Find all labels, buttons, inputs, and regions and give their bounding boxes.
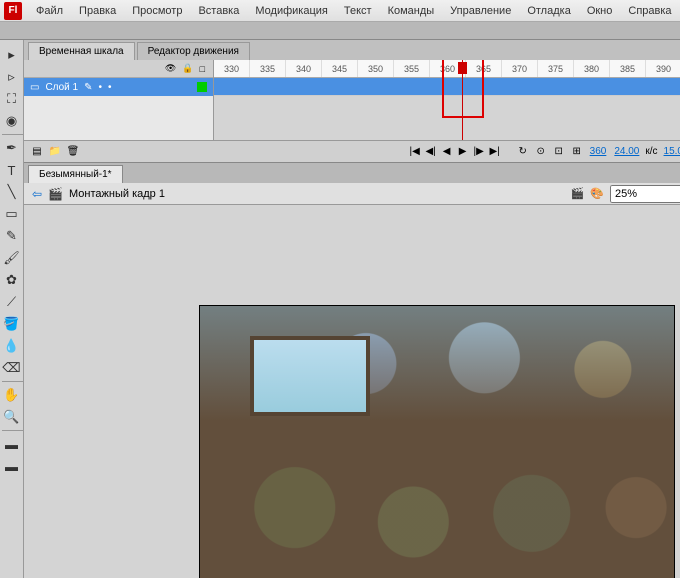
menu-modify[interactable]: Модификация [247, 5, 336, 17]
goto-first-button[interactable]: |◀ [408, 145, 422, 159]
selection-tool[interactable]: ▸ [1, 45, 23, 65]
layer-icon: ▭ [30, 82, 39, 93]
pen-tool[interactable]: ✒ [1, 138, 23, 158]
separator [2, 381, 24, 382]
playhead[interactable] [462, 60, 463, 140]
menu-text[interactable]: Текст [336, 5, 380, 17]
menu-debug[interactable]: Отладка [519, 5, 578, 17]
subselection-tool[interactable]: ▹ [1, 67, 23, 87]
eyedropper-tool[interactable]: 💧 [1, 336, 23, 356]
play-button[interactable]: ▶ [456, 145, 470, 159]
fps-value[interactable]: 24.00 [614, 146, 639, 157]
goto-last-button[interactable]: ▶| [488, 145, 502, 159]
menu-commands[interactable]: Команды [380, 5, 443, 17]
timeline-panel: Временная шкала Редактор движения 👁 🔒 □ … [24, 40, 680, 163]
ruler-tick[interactable]: 365 [466, 60, 502, 77]
menu-file[interactable]: Файл [28, 5, 71, 17]
zoom-select[interactable]: 25% [610, 185, 680, 203]
free-transform-tool[interactable]: ⛶ [1, 89, 23, 109]
ruler-tick[interactable]: 340 [286, 60, 322, 77]
brush-tool[interactable]: 🖌 [1, 248, 23, 268]
document-tabs: Безымянный-1* [24, 163, 680, 183]
ruler-tick[interactable]: 355 [394, 60, 430, 77]
ruler-tick[interactable]: 350 [358, 60, 394, 77]
ruler-tick[interactable]: 390 [646, 60, 680, 77]
onion-skin-button[interactable]: ⊙ [534, 145, 548, 159]
edit-symbols-icon[interactable]: 🎨 [590, 187, 604, 200]
back-arrow-icon[interactable]: ⇦ [32, 187, 42, 201]
scene-icon: 🎬 [48, 187, 63, 201]
pencil-tool[interactable]: ✎ [1, 226, 23, 246]
outline-icon[interactable]: □ [200, 64, 205, 74]
ruler-tick[interactable]: 380 [574, 60, 610, 77]
image-detail [250, 336, 370, 416]
onion-outline-button[interactable]: ⊡ [552, 145, 566, 159]
edit-scene-icon[interactable]: 🎬 [571, 187, 585, 200]
separator [2, 134, 24, 135]
bone-tool[interactable]: ⟋ [1, 292, 23, 312]
rectangle-tool[interactable]: ▭ [1, 204, 23, 224]
ruler-tick[interactable]: 375 [538, 60, 574, 77]
layer-color-swatch[interactable] [197, 82, 207, 92]
step-forward-button[interactable]: |▶ [472, 145, 486, 159]
ruler-tick[interactable]: 370 [502, 60, 538, 77]
menu-edit[interactable]: Правка [71, 5, 124, 17]
new-layer-button[interactable]: ▤ [30, 145, 44, 159]
ruler-tick[interactable]: 335 [250, 60, 286, 77]
play-back-button[interactable]: ◀ [440, 145, 454, 159]
deco-tool[interactable]: ✿ [1, 270, 23, 290]
tab-timeline[interactable]: Временная шкала [28, 42, 135, 60]
toolbar-strip [0, 22, 680, 40]
canvas-content[interactable] [199, 305, 675, 578]
line-tool[interactable]: ╲ [1, 182, 23, 202]
frame-ruler[interactable]: 3303353403453503553603653703753803853903… [214, 60, 680, 78]
fill-color[interactable]: ▬ [1, 456, 23, 476]
fps-unit: к/с [645, 146, 657, 157]
new-folder-button[interactable]: 📁 [48, 145, 62, 159]
menu-insert[interactable]: Вставка [190, 5, 247, 17]
document-tab[interactable]: Безымянный-1* [28, 165, 123, 183]
eye-icon[interactable]: 👁 [165, 63, 176, 74]
layer-name: Слой 1 [45, 82, 78, 93]
step-back-button[interactable]: ◀| [424, 145, 438, 159]
timeline-footer: ▤ 📁 🗑 |◀ ◀| ◀ ▶ |▶ ▶| ↻ ⊙ ⊡ ⊞ 360 24.00 … [24, 140, 680, 162]
lock-icon[interactable]: 🔒 [182, 63, 193, 74]
app-logo: Fl [4, 2, 22, 20]
menu-window[interactable]: Окно [579, 5, 621, 17]
delete-layer-button[interactable]: 🗑 [66, 145, 80, 159]
eraser-tool[interactable]: ⌫ [1, 358, 23, 378]
menu-help[interactable]: Справка [620, 5, 679, 17]
frames-area[interactable]: 3303353403453503553603653703753803853903… [214, 60, 680, 140]
frame-track[interactable] [214, 78, 680, 96]
layer-row[interactable]: ▭ Слой 1 ✎ •• [24, 78, 213, 96]
stroke-color[interactable]: ▬ [1, 434, 23, 454]
menu-control[interactable]: Управление [442, 5, 519, 17]
ruler-tick[interactable]: 330 [214, 60, 250, 77]
ruler-tick[interactable]: 385 [610, 60, 646, 77]
stage-area[interactable] [24, 205, 680, 578]
pencil-icon: ✎ [84, 82, 92, 93]
elapsed-value[interactable]: 15.0 [664, 146, 680, 157]
text-tool[interactable]: T [1, 160, 23, 180]
separator [2, 430, 24, 431]
paint-bucket-tool[interactable]: 🪣 [1, 314, 23, 334]
menubar: Fl Файл Правка Просмотр Вставка Модифика… [0, 0, 680, 22]
lasso-tool[interactable]: ◉ [1, 111, 23, 131]
menu-view[interactable]: Просмотр [124, 5, 190, 17]
zoom-tool[interactable]: 🔍 [1, 407, 23, 427]
tab-motion-editor[interactable]: Редактор движения [137, 42, 250, 60]
layers-column: 👁 🔒 □ ▭ Слой 1 ✎ •• [24, 60, 214, 140]
edit-multiple-button[interactable]: ⊞ [570, 145, 584, 159]
current-frame-value[interactable]: 360 [590, 146, 607, 157]
scene-bar: ⇦ 🎬 Монтажный кадр 1 🎬 🎨 25% [24, 183, 680, 205]
scene-name: Монтажный кадр 1 [69, 188, 165, 200]
loop-button[interactable]: ↻ [516, 145, 530, 159]
tools-panel: ▸ ▹ ⛶ ◉ ✒ T ╲ ▭ ✎ 🖌 ✿ ⟋ 🪣 💧 ⌫ ✋ 🔍 ▬ ▬ [0, 40, 24, 578]
ruler-tick[interactable]: 345 [322, 60, 358, 77]
hand-tool[interactable]: ✋ [1, 385, 23, 405]
